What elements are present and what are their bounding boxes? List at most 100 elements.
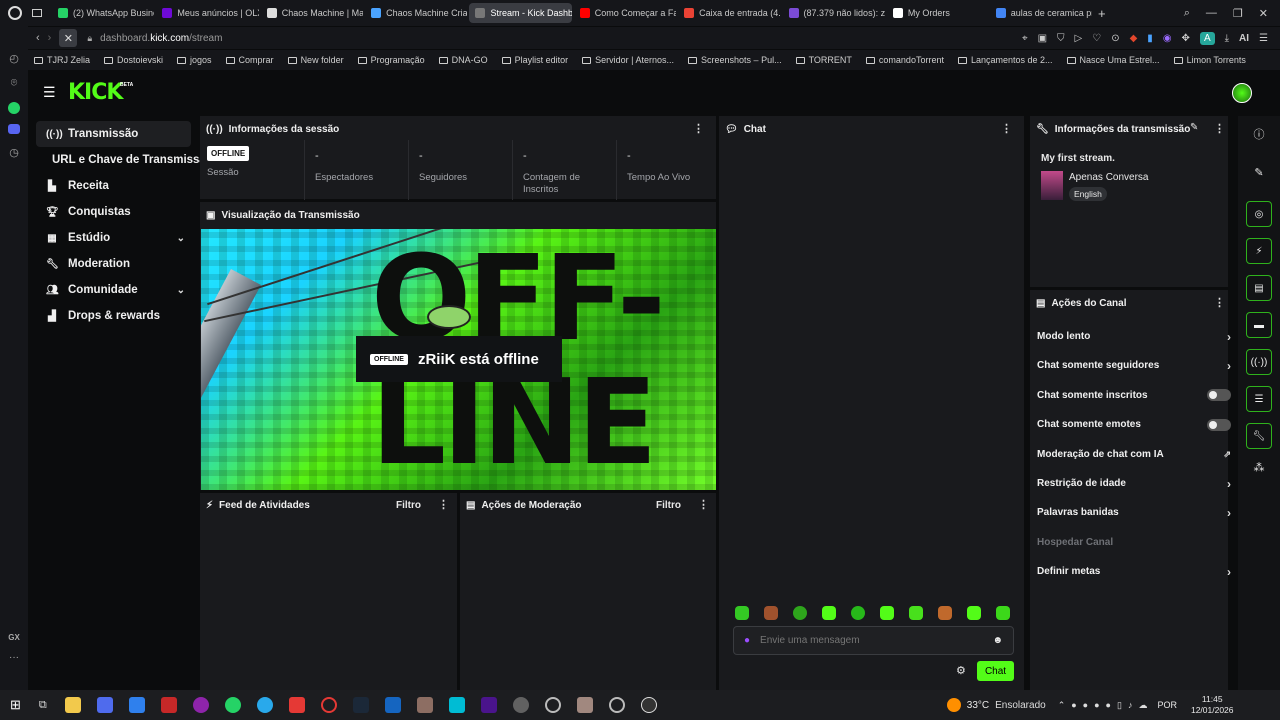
bookmark-item[interactable]: TJRJ Zelia <box>34 55 90 65</box>
bookmark-item[interactable]: Playlist editor <box>501 55 568 65</box>
channel-action-item[interactable]: Chat somente emotes <box>1037 410 1237 439</box>
opera-gx-icon[interactable] <box>192 697 209 713</box>
weather-desc[interactable]: Ensolarado <box>995 700 1046 711</box>
browser-tab[interactable]: Meus anúncios | OLX <box>156 3 259 23</box>
mod-options-icon[interactable]: ⋮ <box>698 498 709 511</box>
browser-tab[interactable]: Como Começar a Fa <box>574 3 676 23</box>
more-icon[interactable]: ··· <box>9 652 19 663</box>
bookmark-item[interactable]: comandoTorrent <box>865 55 944 65</box>
chat-send-button[interactable]: Chat <box>977 661 1014 681</box>
channel-action-item[interactable]: Palavras banidas › <box>1037 498 1237 527</box>
emote-icon[interactable] <box>735 606 749 620</box>
language-indicator[interactable]: POR <box>1157 700 1177 710</box>
toggle-switch[interactable] <box>1207 418 1231 431</box>
bookmark-item[interactable]: New folder <box>287 55 344 65</box>
play-icon[interactable]: ▷ <box>1075 33 1083 44</box>
channel-action-item[interactable]: Definir metas › <box>1037 557 1237 586</box>
vscode-icon[interactable] <box>128 697 145 713</box>
clock[interactable]: 11:45 12/01/2026 <box>1191 694 1234 716</box>
chevron-down-icon[interactable]: ⌄ <box>177 233 185 244</box>
chat-input-box[interactable]: ● ☻ <box>733 626 1014 655</box>
new-tab-button[interactable]: + <box>1098 6 1106 21</box>
speed-dial-icon[interactable]: ◴ <box>9 52 19 65</box>
shield-icon[interactable]: ⛉ <box>1057 33 1065 44</box>
app-character-icon[interactable] <box>576 697 593 713</box>
nav-item-8[interactable]: ▟ Drops & rewards <box>36 303 191 329</box>
browser-tab[interactable]: Stream - Kick Dashboard <box>469 3 572 23</box>
opera-menu-icon[interactable] <box>8 6 22 20</box>
pencil-icon[interactable]: ✎ <box>1254 166 1263 179</box>
weather-temp[interactable]: 33°C <box>967 700 989 711</box>
bookmark-item[interactable]: Limon Torrents <box>1173 55 1246 65</box>
chevron-right-icon[interactable]: › <box>1227 506 1231 520</box>
nav-item-7[interactable]: 👥︎ Comunidade ⌄ <box>36 277 191 303</box>
lightning-tool-icon[interactable]: ⚡︎ <box>1246 238 1272 264</box>
bookmark-item[interactable]: TORRENT <box>795 55 852 65</box>
channel-actions-options-icon[interactable]: ⋮ <box>1214 296 1225 309</box>
browser-tab[interactable]: Caixa de entrada (4.1 <box>678 3 781 23</box>
bookmark-item[interactable]: Lançamentos de 2... <box>957 55 1053 65</box>
maximize-icon[interactable]: ❐ <box>1233 7 1243 20</box>
bookmark-item[interactable]: jogos <box>177 55 212 65</box>
bookmark-item[interactable]: Programação <box>357 55 425 65</box>
stop-loading-icon[interactable]: ✕ <box>59 29 78 47</box>
chat-settings-icon[interactable]: ⚙ <box>956 664 966 677</box>
tab-list-icon[interactable] <box>32 9 42 17</box>
channel-action-item[interactable]: Chat somente inscritos <box>1037 381 1237 410</box>
emote-icon[interactable] <box>880 606 894 620</box>
bookmark-item[interactable]: Screenshots – Pul... <box>688 55 782 65</box>
chevron-down-icon[interactable]: ⌄ <box>177 285 185 296</box>
calculator-icon[interactable] <box>96 697 113 713</box>
history-icon[interactable]: ◷ <box>9 146 19 159</box>
browser-tab[interactable]: (2) WhatsApp Busine <box>52 3 154 23</box>
windows-start-icon[interactable]: ⊞ <box>10 697 21 713</box>
emote-icon[interactable] <box>967 606 981 620</box>
whatsapp-taskbar-icon[interactable] <box>224 697 241 713</box>
hamburger-icon[interactable]: ☰ <box>43 84 56 101</box>
profile-icon[interactable]: A <box>1199 31 1215 45</box>
download-icon[interactable]: ⤓ <box>1225 33 1229 44</box>
browser-tab[interactable]: (87.379 não lidos): ze <box>783 3 885 23</box>
browser-tab[interactable]: Chaos Machine | Ma <box>261 3 363 23</box>
weather-icon[interactable] <box>946 698 961 712</box>
chat-options-icon[interactable]: ⋮ <box>1001 122 1012 135</box>
app-circle-icon[interactable] <box>544 697 561 713</box>
kick-logo[interactable]: KICK <box>68 80 123 105</box>
extension-red-icon[interactable]: ◆ <box>1130 33 1138 44</box>
session-options-icon[interactable]: ⋮ <box>693 122 704 135</box>
extension-purple-icon[interactable]: ◉ <box>1163 33 1172 44</box>
nav-item-4[interactable]: 🏆︎ Conquistas <box>36 199 191 225</box>
bookmark-item[interactable]: Nasce Uma Estrel... <box>1066 55 1160 65</box>
wrench-tool-icon[interactable]: 🔧︎ <box>1246 423 1272 449</box>
nav-item-3[interactable]: ▙ Receita <box>36 173 191 199</box>
microphone-icon[interactable]: ● <box>744 635 750 646</box>
toggle-switch[interactable] <box>1207 389 1231 402</box>
list-tool-icon[interactable]: ☰ <box>1246 386 1272 412</box>
channel-action-item[interactable]: Modo lento › <box>1037 322 1237 351</box>
bookmark-item[interactable]: DNA-GO <box>438 55 488 65</box>
bookmark-item[interactable]: Dostoievski <box>104 55 163 65</box>
nav-item-2[interactable]: URL e Chave de Transmissão <box>36 147 213 173</box>
nav-item-5[interactable]: ▦ Estúdio ⌄ <box>36 225 191 251</box>
channel-action-item[interactable]: Restrição de idade › <box>1037 469 1237 498</box>
edit-icon[interactable]: ✎ <box>1190 122 1198 133</box>
pin-icon[interactable]: ⌖ <box>1022 33 1028 44</box>
emote-icon[interactable] <box>764 606 778 620</box>
discord-icon[interactable] <box>8 124 20 134</box>
broadcast-tool-icon[interactable]: ((·)) <box>1246 349 1272 375</box>
chevron-right-icon[interactable]: › <box>1227 565 1231 579</box>
camera-sidebar-icon[interactable]: ⌾ <box>11 77 18 90</box>
camera-icon[interactable]: ⊙ <box>1111 33 1119 44</box>
emoji-icon[interactable]: ☻ <box>992 635 1003 646</box>
minimize-icon[interactable]: — <box>1206 7 1217 20</box>
heart-icon[interactable]: ♡ <box>1092 33 1101 44</box>
info-icon[interactable]: ⓘ <box>1254 126 1265 142</box>
puzzle-icon[interactable]: ✥ <box>1182 33 1190 44</box>
app-blue-icon[interactable] <box>384 697 401 713</box>
app-circle2-icon[interactable] <box>608 697 625 713</box>
url-field[interactable]: dashboard.kick.com/stream <box>100 33 222 44</box>
menu-icon[interactable]: ☰ <box>1259 33 1268 44</box>
tray-icons[interactable]: ⌃●●●●▯♪☁︎ <box>1058 700 1154 711</box>
camera-tool-icon[interactable]: ◎ <box>1246 201 1272 227</box>
whatsapp-icon[interactable] <box>8 102 20 114</box>
